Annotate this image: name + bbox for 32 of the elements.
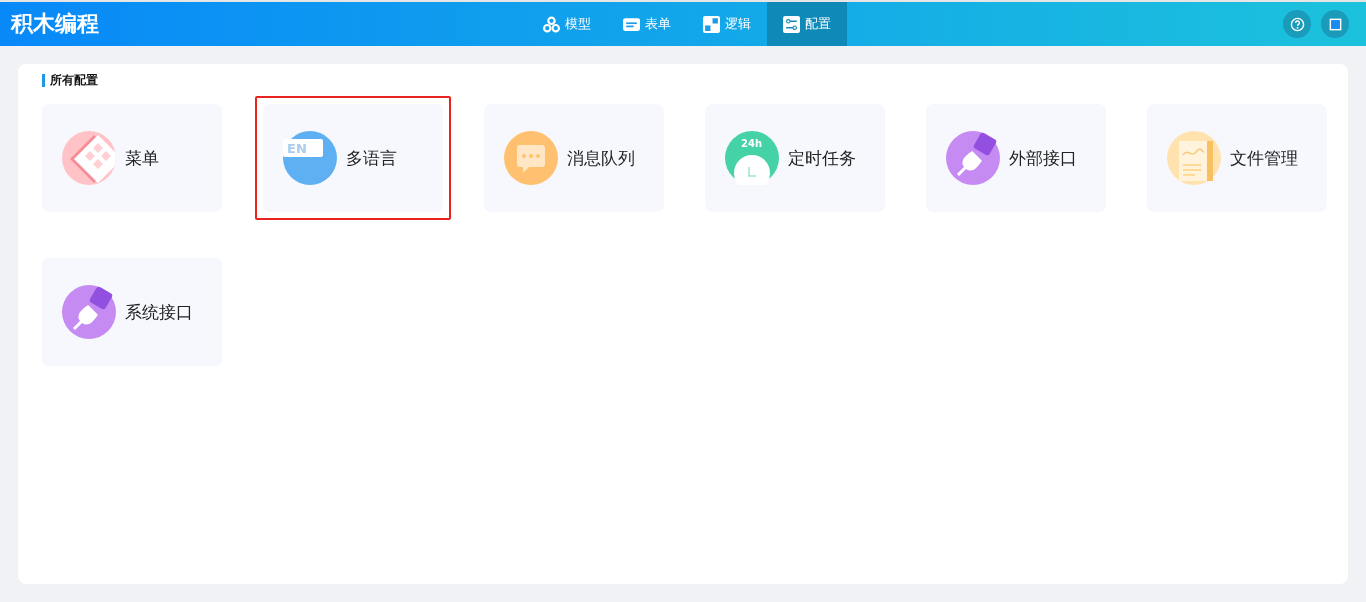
card-label: 外部接口 xyxy=(1009,146,1077,170)
document-icon xyxy=(1167,131,1221,185)
config-card[interactable]: 文件管理 xyxy=(1147,104,1327,212)
card-label: 系统接口 xyxy=(125,300,193,324)
card-label: 定时任务 xyxy=(788,146,856,170)
app-title: 积木编程 xyxy=(9,10,99,38)
section-title: 所有配置 xyxy=(42,74,1324,87)
hexagons-icon xyxy=(543,15,560,33)
chat-bubble-icon xyxy=(504,131,558,185)
help-button[interactable] xyxy=(1283,10,1311,38)
config-card[interactable]: 系统接口 xyxy=(42,258,222,366)
card-label: 文件管理 xyxy=(1230,146,1298,170)
card-label: 多语言 xyxy=(346,146,397,170)
window-button[interactable] xyxy=(1321,10,1349,38)
config-card[interactable]: 菜单 xyxy=(42,104,222,212)
card-label: 菜单 xyxy=(125,146,159,170)
config-card[interactable]: EN 多语言 xyxy=(263,104,443,212)
puzzle-icon xyxy=(703,15,720,33)
square-icon xyxy=(1327,16,1343,32)
grid-icon xyxy=(62,131,116,185)
config-card[interactable]: 外部接口 xyxy=(926,104,1106,212)
card-label: 消息队列 xyxy=(567,146,635,170)
config-card[interactable]: 24h 定时任务 xyxy=(705,104,885,212)
nav-tab[interactable]: 配置 xyxy=(767,2,847,46)
plug-icon xyxy=(62,285,116,339)
language-icon: EN xyxy=(283,131,337,185)
clock-icon: 24h xyxy=(725,131,779,185)
help-icon xyxy=(1289,16,1305,32)
plug-icon xyxy=(946,131,1000,185)
card-icon xyxy=(623,15,640,33)
config-card[interactable]: 消息队列 xyxy=(484,104,664,212)
sliders-icon xyxy=(783,15,800,33)
